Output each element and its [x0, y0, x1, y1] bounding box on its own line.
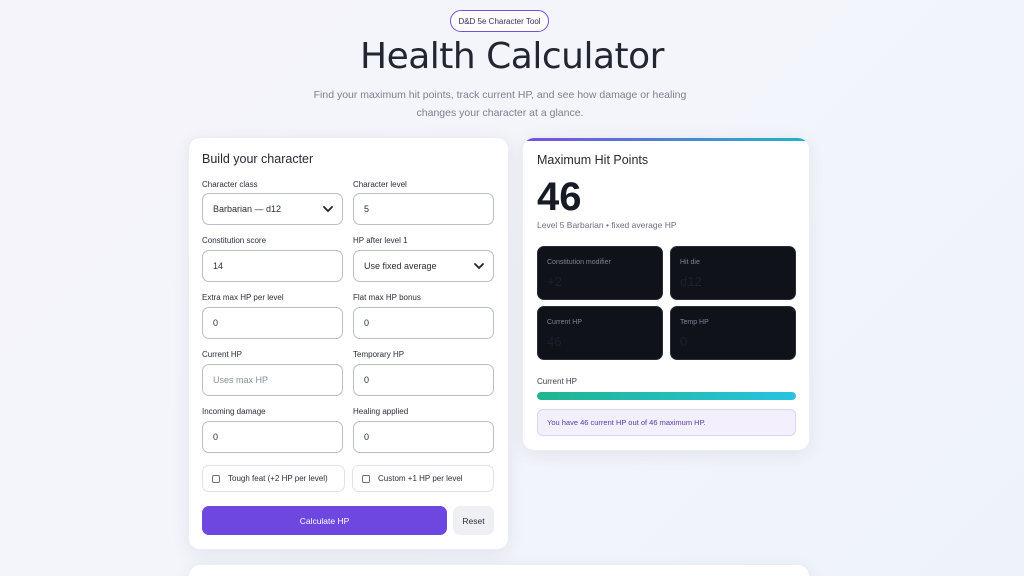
damage-input[interactable]: 0: [202, 421, 343, 453]
tool-badge: D&D 5e Character Tool: [450, 10, 549, 32]
hp-bar-label: Current HP: [537, 377, 578, 386]
class-label: Character class: [202, 180, 258, 189]
custom-hp-label: Custom +1 HP per level: [378, 474, 463, 483]
extra-hp-input-value: 0: [213, 318, 219, 328]
class-select-value: Barbarian — d12: [213, 204, 282, 214]
class-select[interactable]: Barbarian — d12: [202, 193, 343, 225]
max-hp-value: 46: [537, 175, 582, 219]
temp-hp-label: Temporary HP: [353, 350, 405, 359]
stat-label: Temp HP: [680, 319, 709, 326]
hp-method-select[interactable]: Use fixed average: [353, 250, 494, 282]
results-accent-bar: [523, 138, 809, 141]
stat-temp-hp: Temp HP 0: [670, 306, 796, 360]
lower-section-card: [188, 564, 810, 576]
reset-button[interactable]: Reset: [453, 506, 494, 535]
stat-value: 46: [547, 334, 562, 349]
stat-label: Current HP: [547, 319, 583, 326]
con-input[interactable]: 14: [202, 250, 343, 282]
chevron-down-icon: [474, 263, 484, 270]
checkbox-icon[interactable]: [362, 474, 370, 483]
stat-label: Hit die: [680, 259, 700, 266]
stat-value: d12: [680, 274, 702, 289]
hp-progress-fill: [537, 392, 796, 400]
level-input[interactable]: 5: [353, 193, 494, 225]
level-label: Character level: [353, 180, 407, 189]
calculate-button[interactable]: Calculate HP: [202, 506, 447, 535]
level-input-value: 5: [364, 204, 370, 214]
damage-input-value: 0: [213, 432, 219, 442]
stat-constitution-modifier: Constitution modifier +2: [537, 246, 663, 300]
hp-method-label: HP after level 1: [353, 236, 408, 245]
stat-value: +2: [547, 274, 562, 289]
extra-hp-label: Extra max HP per level: [202, 293, 284, 302]
page-subtitle: Find your maximum hit points, track curr…: [313, 89, 687, 119]
results-title: Maximum Hit Points: [537, 153, 649, 167]
temp-hp-input-value: 0: [364, 375, 370, 385]
current-hp-label: Current HP: [202, 350, 243, 359]
flat-bonus-label: Flat max HP bonus: [353, 293, 421, 302]
current-hp-placeholder: Uses max HP: [213, 375, 269, 385]
tough-feat-checkbox[interactable]: Tough feat (+2 HP per level): [202, 465, 345, 492]
current-hp-input[interactable]: Uses max HP: [202, 364, 343, 396]
con-label: Constitution score: [202, 236, 267, 245]
damage-label: Incoming damage: [202, 407, 266, 416]
healing-label: Healing applied: [353, 407, 409, 416]
hp-progress-bar: [537, 392, 796, 400]
chevron-down-icon: [323, 206, 333, 213]
extra-hp-input[interactable]: 0: [202, 307, 343, 339]
healing-input-value: 0: [364, 432, 370, 442]
stat-value: 0: [680, 334, 688, 349]
custom-hp-checkbox[interactable]: Custom +1 HP per level: [352, 465, 494, 492]
con-input-value: 14: [213, 261, 224, 271]
max-hp-description: Level 5 Barbarian • fixed average HP: [537, 220, 677, 230]
stat-current-hp: Current HP 46: [537, 306, 663, 360]
flat-bonus-input-value: 0: [364, 318, 370, 328]
stat-hit-die: Hit die d12: [670, 246, 796, 300]
flat-bonus-input[interactable]: 0: [353, 307, 494, 339]
checkbox-icon[interactable]: [212, 474, 220, 483]
temp-hp-input[interactable]: 0: [353, 364, 494, 396]
stat-label: Constitution modifier: [547, 259, 611, 266]
page-title: Health Calculator: [360, 36, 664, 77]
hp-method-select-value: Use fixed average: [364, 261, 437, 271]
form-title: Build your character: [202, 152, 314, 166]
hp-status-message: You have 46 current HP out of 46 maximum…: [537, 409, 796, 436]
tough-feat-label: Tough feat (+2 HP per level): [228, 474, 328, 483]
healing-input[interactable]: 0: [353, 421, 494, 453]
